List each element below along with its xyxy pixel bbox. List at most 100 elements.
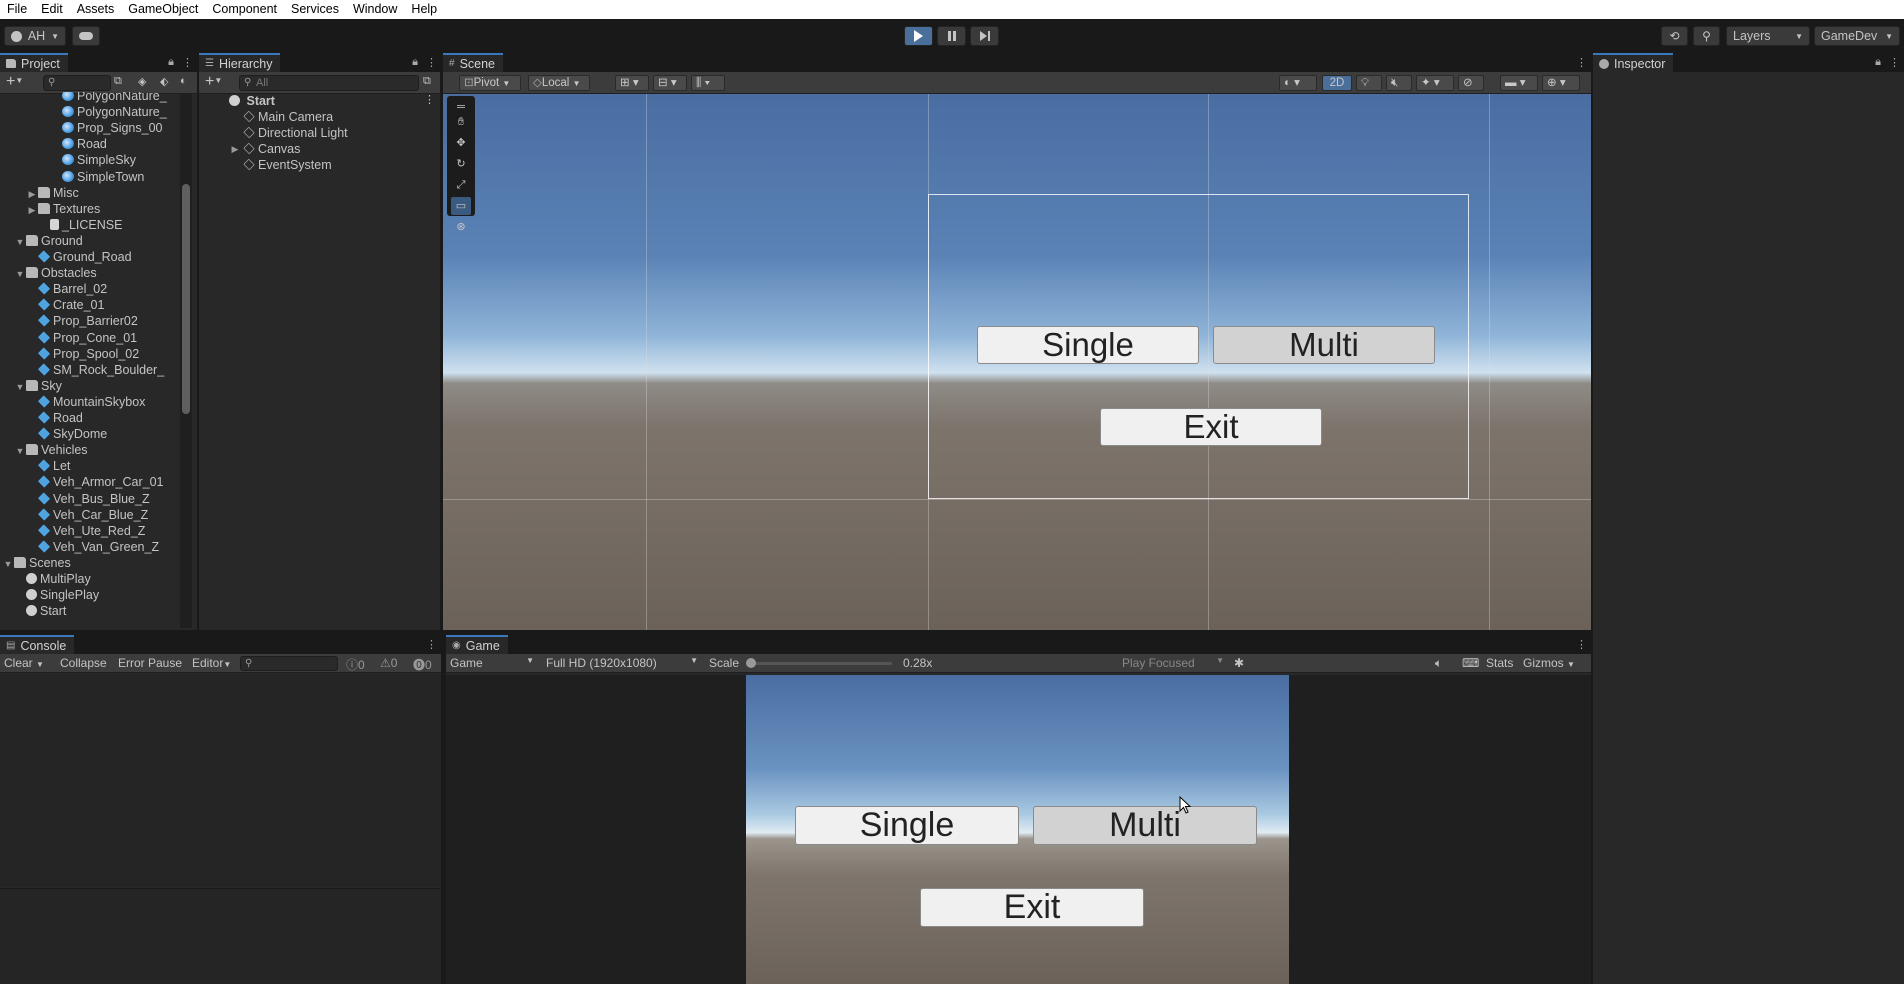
type-filter-icon[interactable]: ◈ <box>138 75 146 88</box>
gizmos-dropdown[interactable]: Gizmos ▼ <box>1523 656 1575 670</box>
more-icon[interactable]: ⋮ <box>182 56 193 69</box>
audio-toggle[interactable]: 🔇︎ <box>1386 75 1412 91</box>
project-asset-row[interactable]: Prop_Cone_01 <box>26 330 178 346</box>
scene-exit-button[interactable]: Exit <box>1100 408 1322 446</box>
menu-file[interactable]: File <box>0 0 34 19</box>
project-scrollbar[interactable] <box>180 94 192 628</box>
rotate-tool-icon[interactable]: ↻ <box>451 155 471 173</box>
project-asset-row[interactable]: SinglePlay <box>14 587 178 603</box>
play-button[interactable] <box>904 26 933 46</box>
scene-multi-button[interactable]: Multi <box>1213 326 1435 364</box>
layout-dropdown[interactable]: GameDev ▼ <box>1814 26 1900 46</box>
toggle-2d-button[interactable]: 2D <box>1322 75 1352 91</box>
project-asset-row[interactable]: Veh_Van_Green_Z <box>26 539 178 555</box>
more-icon[interactable]: ⋮ <box>1889 56 1900 69</box>
project-asset-row[interactable]: MultiPlay <box>14 571 178 587</box>
menu-edit[interactable]: Edit <box>34 0 70 19</box>
tab-scene[interactable]: # Scene <box>443 53 504 72</box>
project-asset-row[interactable]: Let <box>26 458 178 474</box>
add-icon[interactable]: +▼ <box>205 73 222 91</box>
project-folder-row[interactable]: ▶ Textures <box>26 201 178 217</box>
scale-slider-thumb[interactable] <box>746 658 756 668</box>
project-asset-row[interactable]: Veh_Ute_Red_Z <box>26 523 178 539</box>
scene-root-row[interactable]: ▼ Start <box>229 93 419 109</box>
scene-single-button[interactable]: Single <box>977 326 1199 364</box>
mute-audio-icon[interactable]: 🔈︎ <box>1435 656 1442 671</box>
tab-inspector[interactable]: Inspector <box>1593 53 1674 72</box>
tab-game[interactable]: ◉ Game <box>446 635 508 654</box>
project-asset-row[interactable]: SimpleSky <box>50 152 178 168</box>
warning-toggle[interactable]: ⚠0 <box>380 656 397 670</box>
project-asset-row[interactable]: MountainSkybox <box>26 394 178 410</box>
lock-icon[interactable]: 🔒︎ <box>1875 56 1881 69</box>
more-icon[interactable]: ⋮ <box>426 56 437 69</box>
project-asset-row[interactable]: Prop_Spool_02 <box>26 346 178 362</box>
error-pause-button[interactable]: Error Pause <box>118 656 182 670</box>
error-toggle[interactable]: ⓿0 <box>413 656 432 673</box>
display-dropdown[interactable]: Game ▼ <box>450 656 534 670</box>
expand-arrow-icon[interactable]: ▼ <box>14 234 26 249</box>
play-focused-dropdown[interactable]: Play Focused ▼ <box>1122 656 1224 670</box>
project-asset-row[interactable]: Crate_01 <box>26 297 178 313</box>
tab-project[interactable]: Project <box>0 53 68 72</box>
game-canvas[interactable]: Single Multi Exit <box>746 675 1289 984</box>
project-asset-row[interactable]: Veh_Car_Blue_Z <box>26 507 178 523</box>
project-asset-row[interactable]: Prop_Barrier02 <box>26 313 178 329</box>
gizmos-scene-button[interactable]: ⊕ ▾ <box>1542 75 1580 91</box>
layers-dropdown[interactable]: Layers ▼ <box>1726 26 1810 46</box>
hierarchy-item[interactable]: Main Camera <box>243 109 423 125</box>
pause-button[interactable] <box>937 26 966 46</box>
account-dropdown[interactable]: AH ▼ <box>4 26 66 46</box>
editor-dropdown[interactable]: Editor▼ <box>192 656 231 670</box>
menu-component[interactable]: Component <box>205 0 284 19</box>
more-icon[interactable]: ⋮ <box>426 638 437 651</box>
search-options-icon[interactable]: ⧉ <box>423 75 431 88</box>
log-toggle[interactable]: ⓘ0 <box>346 656 365 673</box>
game-single-button[interactable]: Single <box>795 806 1019 845</box>
hierarchy-item[interactable]: ▶ Canvas <box>232 141 423 157</box>
project-asset-row[interactable]: SimpleTown <box>50 169 178 185</box>
transform-tool-icon[interactable]: ⊛ <box>451 218 471 236</box>
lock-icon[interactable]: 🔒︎ <box>412 56 418 69</box>
more-icon[interactable]: ⋮ <box>1576 638 1587 651</box>
expand-arrow-icon[interactable]: ▶ <box>26 186 38 201</box>
effects-toggle[interactable]: ✦ ▾ <box>1416 75 1454 91</box>
project-asset-row[interactable]: PolygonNature_ <box>50 104 178 120</box>
resolution-dropdown[interactable]: Full HD (1920x1080) ▼ <box>546 656 698 670</box>
increment-snap-button[interactable]: ⊟ ▾ <box>653 75 687 91</box>
collapse-button[interactable]: Collapse <box>60 656 107 670</box>
menu-services[interactable]: Services <box>284 0 346 19</box>
filter-icon[interactable]: ⧉ <box>114 75 122 88</box>
stats-button[interactable]: Stats <box>1486 656 1513 670</box>
project-asset-row[interactable]: Road <box>50 136 178 152</box>
tab-hierarchy[interactable]: ☰ Hierarchy <box>199 53 281 72</box>
project-asset-row[interactable]: Barrel_02 <box>26 281 178 297</box>
expand-arrow-icon[interactable]: ▼ <box>14 266 26 281</box>
project-folder-row[interactable]: ▼ Ground <box>14 233 178 249</box>
search-button[interactable]: ⚲ <box>1693 26 1720 46</box>
game-exit-button[interactable]: Exit <box>920 888 1144 927</box>
hierarchy-item[interactable]: Directional Light <box>243 125 423 141</box>
project-asset-row[interactable]: Road <box>26 410 178 426</box>
more-icon[interactable]: ⋮ <box>424 93 435 106</box>
expand-arrow-icon[interactable]: ▶ <box>26 202 38 217</box>
hierarchy-item[interactable]: EventSystem <box>243 157 423 173</box>
move-tool-icon[interactable]: ✥ <box>451 134 471 152</box>
tab-console[interactable]: ▤ Console <box>0 635 75 654</box>
project-scroll-thumb[interactable] <box>182 184 190 414</box>
project-asset-row[interactable]: _LICENSE <box>38 217 178 233</box>
hand-tool-icon[interactable]: ✋︎ <box>451 113 471 131</box>
step-button[interactable] <box>970 26 999 46</box>
menu-assets[interactable]: Assets <box>70 0 122 19</box>
bug-icon[interactable]: ✱ <box>1234 656 1244 670</box>
project-folder-row[interactable]: ▼ Obstacles <box>14 265 178 281</box>
drag-handle-icon[interactable]: ═ <box>451 102 471 113</box>
project-asset-row[interactable]: Veh_Armor_Car_01 <box>26 474 178 490</box>
project-asset-row[interactable]: Start <box>14 603 178 619</box>
history-button[interactable]: ⟲ <box>1661 26 1688 46</box>
clear-button[interactable]: Clear ▼ <box>4 656 44 670</box>
project-folder-row[interactable]: ▶ Misc <box>26 185 178 201</box>
keyboard-icon[interactable]: ⌨ <box>1462 656 1479 670</box>
project-asset-row[interactable]: SM_Rock_Boulder_ <box>26 362 178 378</box>
project-asset-row[interactable]: SkyDome <box>26 426 178 442</box>
